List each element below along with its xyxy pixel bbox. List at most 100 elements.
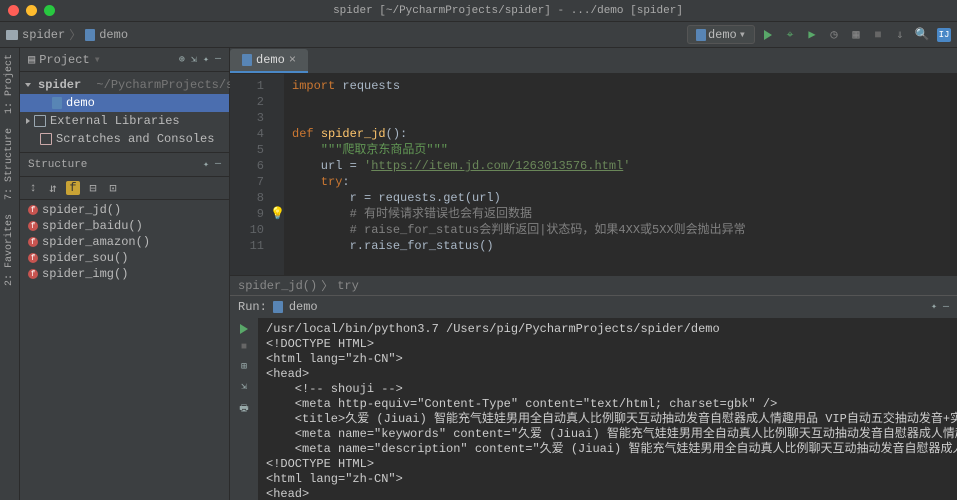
editor-tab-demo[interactable]: demo ×	[230, 49, 308, 73]
run-config-selector[interactable]: demo ▾	[687, 25, 755, 44]
project-root[interactable]: spider ~/PycharmProjects/spider	[20, 76, 229, 94]
run-output[interactable]: /usr/local/bin/python3.7 /Users/pig/Pych…	[258, 318, 957, 500]
run-button[interactable]	[761, 28, 775, 42]
print-icon[interactable]: 🖶	[239, 401, 248, 418]
gutter[interactable]: 1234567891011	[230, 74, 270, 275]
structure-item[interactable]: fspider_jd()	[20, 202, 229, 218]
breadcrumb-separator: 〉	[321, 277, 333, 294]
mac-window-controls	[8, 5, 55, 16]
editor-tab-label: demo	[256, 53, 285, 67]
folder-icon	[6, 30, 18, 40]
external-libraries[interactable]: External Libraries	[20, 112, 229, 130]
gear-icon[interactable]: ✦	[203, 159, 209, 171]
navigation-bar: spider 〉 demo demo ▾ ⌖ ▶ ◷ ▦ ■ ⇓ 🔍 IJ	[0, 22, 957, 48]
project-tool-tab[interactable]: 1: Project	[4, 54, 15, 114]
search-icon[interactable]: 🔍	[915, 28, 929, 42]
function-icon: f	[28, 253, 38, 263]
rerun-button[interactable]	[240, 324, 248, 334]
run-config-name: demo	[708, 28, 737, 42]
structure-item[interactable]: f spider_amazon()	[20, 234, 229, 250]
collapse-all-icon[interactable]: ⇲	[191, 54, 197, 66]
external-libs-label: External Libraries	[50, 114, 180, 128]
profile-button[interactable]: ◷	[827, 28, 841, 42]
function-icon: f	[28, 269, 38, 279]
breadcrumb-separator: 〉	[69, 26, 81, 43]
run-tool-window: Run: demo ✦ — ■ ⊞ ⇲ 🖶 /usr/local/bin/pyt…	[230, 295, 957, 500]
python-file-icon	[85, 29, 95, 41]
left-tool-rail: 1: Project 7: Structure 2: Favorites	[0, 48, 20, 500]
python-file-icon	[242, 54, 252, 66]
hide-icon[interactable]: —	[943, 302, 949, 313]
code-content[interactable]: import requests def spider_jd(): """爬取京东…	[284, 74, 957, 275]
structure-list[interactable]: fspider_jd() fspider_baidu() fspider_ama…	[20, 200, 229, 284]
project-file-label: demo	[66, 96, 95, 110]
project-root-name: spider	[38, 78, 81, 92]
scratches-consoles[interactable]: Scratches and Consoles	[20, 130, 229, 148]
gear-icon[interactable]: ✦	[931, 301, 937, 313]
gutter-stripe: 💡	[270, 74, 284, 275]
close-tab-icon[interactable]: ×	[289, 53, 296, 67]
minimize-window-button[interactable]	[26, 5, 37, 16]
show-fields-icon[interactable]: f	[66, 181, 80, 195]
structure-item-label: spider_jd()	[42, 203, 121, 217]
structure-item[interactable]: fspider_baidu()	[20, 218, 229, 234]
expand-icon[interactable]	[25, 83, 31, 87]
scratches-label: Scratches and Consoles	[56, 132, 214, 146]
structure-panel: Structure ✦ — ↕ ⇵ f ⊟ ⊡ fspider_jd() fsp…	[20, 152, 229, 500]
sort-alpha-icon[interactable]: ↕	[26, 181, 40, 195]
stop-button[interactable]: ■	[241, 342, 247, 353]
run-tab-label[interactable]: demo	[289, 300, 318, 314]
structure-panel-title: Structure	[28, 159, 197, 171]
debug-button[interactable]: ⌖	[783, 28, 797, 42]
python-file-icon	[52, 97, 62, 109]
structure-item-label: spider_amazon()	[42, 235, 150, 249]
expand-icon[interactable]	[26, 118, 30, 124]
function-icon: f	[28, 237, 38, 247]
project-panel-title: ▤Project ▾	[28, 52, 173, 67]
structure-toolbar: ↕ ⇵ f ⊟ ⊡	[20, 177, 229, 200]
project-panel-header: ▤Project ▾ ⊕ ⇲ ✦ —	[20, 48, 229, 72]
toolbar: ⌖ ▶ ◷ ▦ ■ ⇓ 🔍 IJ	[761, 28, 951, 42]
vcs-update-icon[interactable]: ⇓	[893, 28, 907, 42]
scroll-from-source-icon[interactable]: ⊕	[179, 54, 185, 66]
run-title-prefix: Run:	[238, 300, 267, 314]
close-window-button[interactable]	[8, 5, 19, 16]
sidebar: ▤Project ▾ ⊕ ⇲ ✦ — spider ~/PycharmProje…	[20, 48, 230, 500]
autoscroll-icon[interactable]: ⊡	[106, 181, 120, 195]
coverage-button[interactable]: ▶	[805, 28, 819, 42]
breadcrumb-file: demo	[99, 28, 128, 42]
pin-icon[interactable]: ⇲	[241, 381, 247, 393]
hide-icon[interactable]: —	[215, 159, 221, 171]
structure-item[interactable]: f spider_img()	[20, 266, 229, 282]
favorites-tool-tab[interactable]: 2: Favorites	[4, 214, 15, 286]
code-editor[interactable]: 1234567891011 💡 import requests def spid…	[230, 74, 957, 275]
layout-icon[interactable]: ⊞	[241, 361, 247, 373]
ide-settings-icon[interactable]: IJ	[937, 28, 951, 42]
structure-item[interactable]: fspider_sou()	[20, 250, 229, 266]
python-icon	[696, 29, 706, 41]
stop-button[interactable]: ■	[871, 28, 885, 42]
project-file-demo[interactable]: demo	[20, 94, 229, 112]
intention-bulb-icon[interactable]: 💡	[270, 206, 284, 222]
window-title: spider [~/PycharmProjects/spider] - .../…	[67, 5, 949, 17]
show-inherited-icon[interactable]: ⊟	[86, 181, 100, 195]
maximize-window-button[interactable]	[44, 5, 55, 16]
editor-breadcrumb[interactable]: spider_jd() 〉 try	[230, 275, 957, 295]
crumb-block[interactable]: try	[337, 279, 359, 293]
run-header: Run: demo ✦ —	[230, 296, 957, 318]
hide-icon[interactable]: —	[215, 54, 221, 66]
library-icon	[34, 115, 46, 127]
gear-icon[interactable]: ✦	[203, 54, 209, 66]
breadcrumb[interactable]: spider 〉 demo	[6, 26, 128, 43]
function-icon: f	[28, 221, 38, 231]
python-icon	[273, 301, 283, 313]
crumb-function[interactable]: spider_jd()	[238, 279, 317, 293]
structure-tool-tab[interactable]: 7: Structure	[4, 128, 15, 200]
concurrency-button[interactable]: ▦	[849, 28, 863, 42]
project-tree[interactable]: spider ~/PycharmProjects/spider demo Ext…	[20, 72, 229, 152]
chevron-down-icon: ▾	[739, 27, 746, 42]
sort-visibility-icon[interactable]: ⇵	[46, 181, 60, 195]
breadcrumb-root: spider	[22, 28, 65, 42]
structure-item-label: spider_img()	[42, 267, 128, 281]
editor-tabs: demo ×	[230, 48, 957, 74]
